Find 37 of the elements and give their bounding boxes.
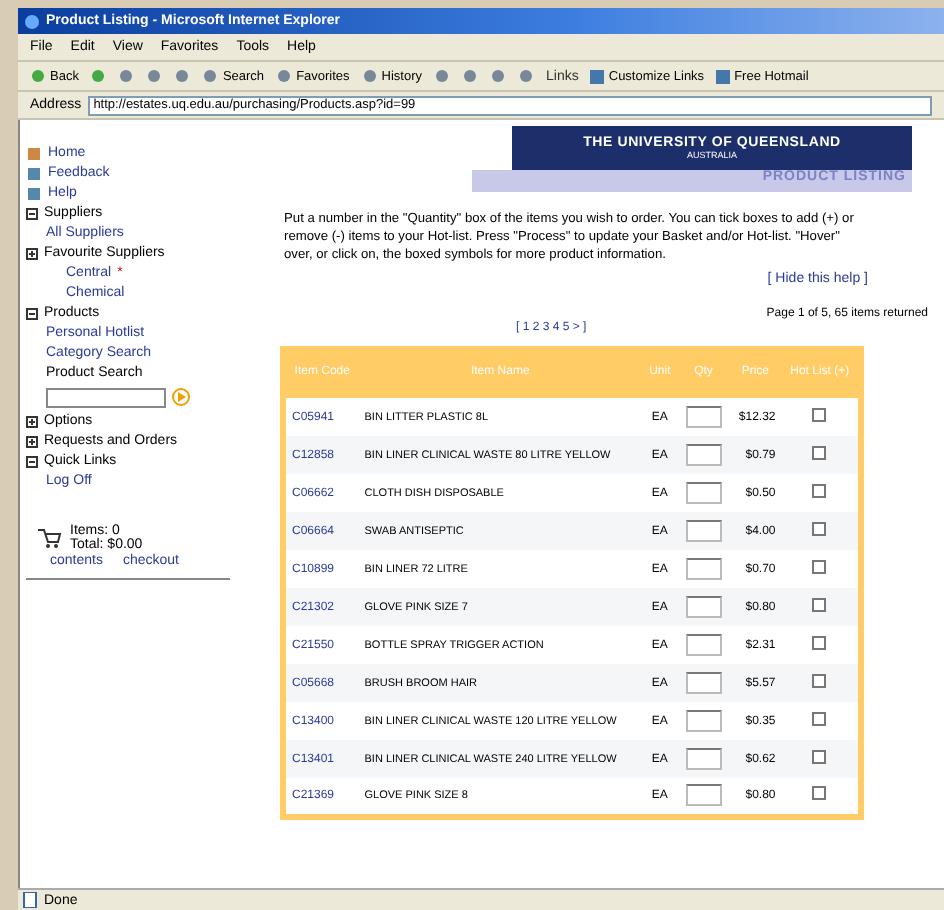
quantity-field[interactable] — [685, 783, 722, 806]
minus-icon[interactable] — [26, 307, 38, 319]
quantity-field[interactable] — [685, 671, 722, 693]
quantity-field[interactable] — [685, 709, 722, 731]
search-icon — [202, 68, 219, 84]
search-field[interactable] — [46, 387, 166, 407]
plus-icon[interactable] — [26, 415, 38, 427]
hotlist-checkbox[interactable] — [812, 636, 827, 650]
quantity-field[interactable] — [685, 747, 722, 769]
quantity-field[interactable] — [685, 443, 722, 465]
hotlist-checkbox[interactable] — [812, 484, 827, 498]
play-icon — [176, 392, 186, 402]
plus-icon[interactable] — [26, 247, 38, 259]
page-icon — [716, 69, 731, 83]
quantity-field[interactable] — [685, 519, 722, 541]
hotlist-checkbox[interactable] — [812, 560, 827, 574]
quantity-field[interactable] — [685, 595, 722, 617]
quantity-field[interactable] — [685, 405, 722, 427]
hotlist-checkbox[interactable] — [812, 522, 827, 536]
house-icon — [26, 145, 42, 161]
browser-icon — [24, 13, 40, 29]
quantity-field[interactable] — [685, 557, 722, 579]
hotlist-checkbox[interactable] — [812, 712, 827, 726]
quantity-field[interactable] — [685, 481, 722, 503]
minus-icon[interactable] — [26, 455, 38, 467]
hotlist-checkbox[interactable] — [812, 786, 827, 801]
hotlist-checkbox[interactable] — [812, 598, 827, 612]
hotlist-checkbox[interactable] — [812, 750, 827, 764]
page-icon — [22, 892, 38, 908]
hotlist-checkbox[interactable] — [812, 674, 827, 688]
cart-icon — [38, 528, 62, 548]
page-icon — [590, 69, 605, 83]
plus-icon[interactable] — [26, 435, 38, 447]
quantity-field[interactable] — [685, 633, 722, 655]
hotlist-checkbox[interactable] — [812, 446, 827, 460]
minus-icon[interactable] — [26, 207, 38, 219]
hotlist-checkbox[interactable] — [812, 408, 827, 422]
